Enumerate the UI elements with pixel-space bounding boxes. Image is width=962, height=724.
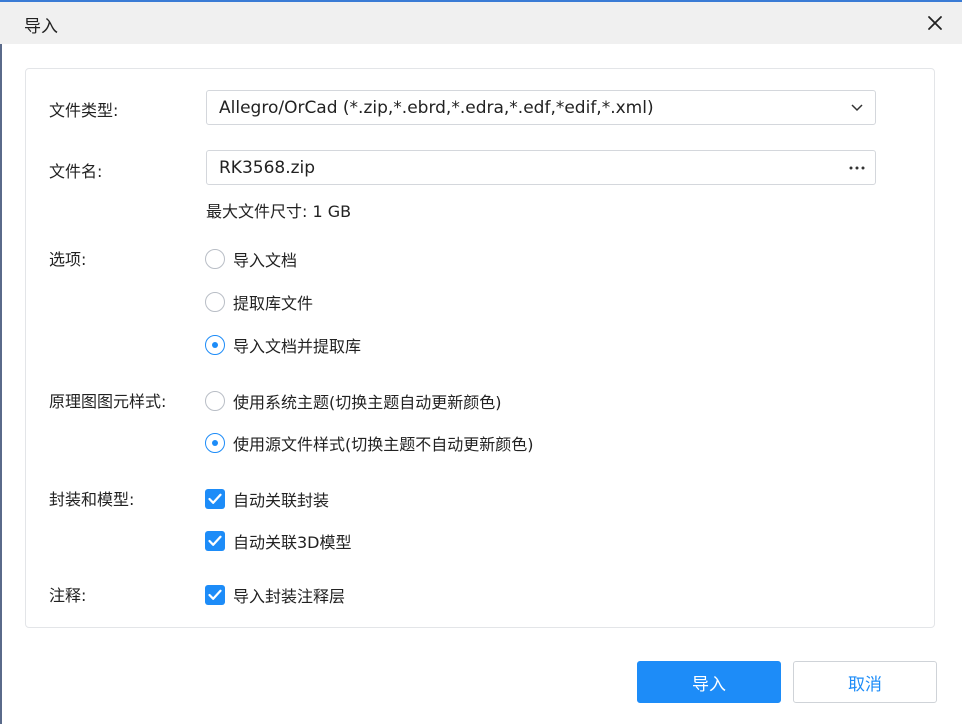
option-import-and-extract[interactable]: 导入文档并提取库 (205, 333, 361, 357)
dialog-titlebar: 导入 (0, 0, 962, 44)
schematic-style-label: 原理图图元样式: (49, 392, 167, 411)
option-label: 使用系统主题(切换主题自动更新颜色) (233, 393, 502, 412)
close-icon (928, 16, 942, 30)
file-type-label: 文件类型: (49, 101, 119, 120)
option-label: 使用源文件样式(切换主题不自动更新颜色) (233, 435, 534, 454)
checkbox-checked-icon[interactable] (205, 585, 225, 605)
cancel-button[interactable]: 取消 (793, 661, 937, 703)
close-button[interactable] (922, 10, 948, 36)
checkbox-auto-link-3d-model[interactable]: 自动关联3D模型 (205, 529, 352, 553)
file-name-field[interactable]: RK3568.zip (206, 150, 876, 185)
import-button[interactable]: 导入 (637, 661, 781, 703)
radio-icon[interactable] (205, 249, 225, 269)
checkbox-label: 导入封装注释层 (233, 587, 346, 606)
radio-selected-icon[interactable] (205, 335, 225, 355)
annotation-label: 注释: (49, 586, 87, 605)
file-name-label: 文件名: (49, 162, 103, 181)
option-source-file-style[interactable]: 使用源文件样式(切换主题不自动更新颜色) (205, 431, 534, 455)
checkbox-label: 自动关联3D模型 (233, 533, 352, 552)
dialog-title: 导入 (24, 17, 58, 37)
radio-icon[interactable] (205, 391, 225, 411)
max-file-size-hint: 最大文件尺寸: 1 GB (206, 202, 352, 221)
radio-selected-icon[interactable] (205, 433, 225, 453)
option-label: 提取库文件 (233, 294, 314, 313)
file-name-value: RK3568.zip (219, 158, 316, 178)
checkbox-auto-link-footprint[interactable]: 自动关联封装 (205, 487, 329, 511)
option-import-document[interactable]: 导入文档 (205, 247, 297, 271)
file-type-select[interactable]: Allegro/OrCad (*.zip,*.ebrd,*.edra,*.edf… (206, 90, 876, 125)
chevron-down-icon[interactable] (849, 100, 865, 116)
checkbox-label: 自动关联封装 (233, 491, 330, 510)
option-label: 导入文档 (233, 251, 298, 270)
options-label: 选项: (49, 250, 87, 269)
checkbox-import-annotation-layer[interactable]: 导入封装注释层 (205, 583, 345, 607)
more-icon[interactable] (849, 160, 865, 176)
checkbox-checked-icon[interactable] (205, 531, 225, 551)
radio-icon[interactable] (205, 292, 225, 312)
option-label: 导入文档并提取库 (233, 337, 362, 356)
checkbox-checked-icon[interactable] (205, 489, 225, 509)
option-system-theme[interactable]: 使用系统主题(切换主题自动更新颜色) (205, 389, 502, 413)
footprint-model-label: 封装和模型: (49, 490, 135, 509)
file-type-value: Allegro/OrCad (*.zip,*.ebrd,*.edra,*.edf… (219, 98, 654, 118)
window-edge (0, 44, 2, 724)
option-extract-library[interactable]: 提取库文件 (205, 290, 313, 314)
